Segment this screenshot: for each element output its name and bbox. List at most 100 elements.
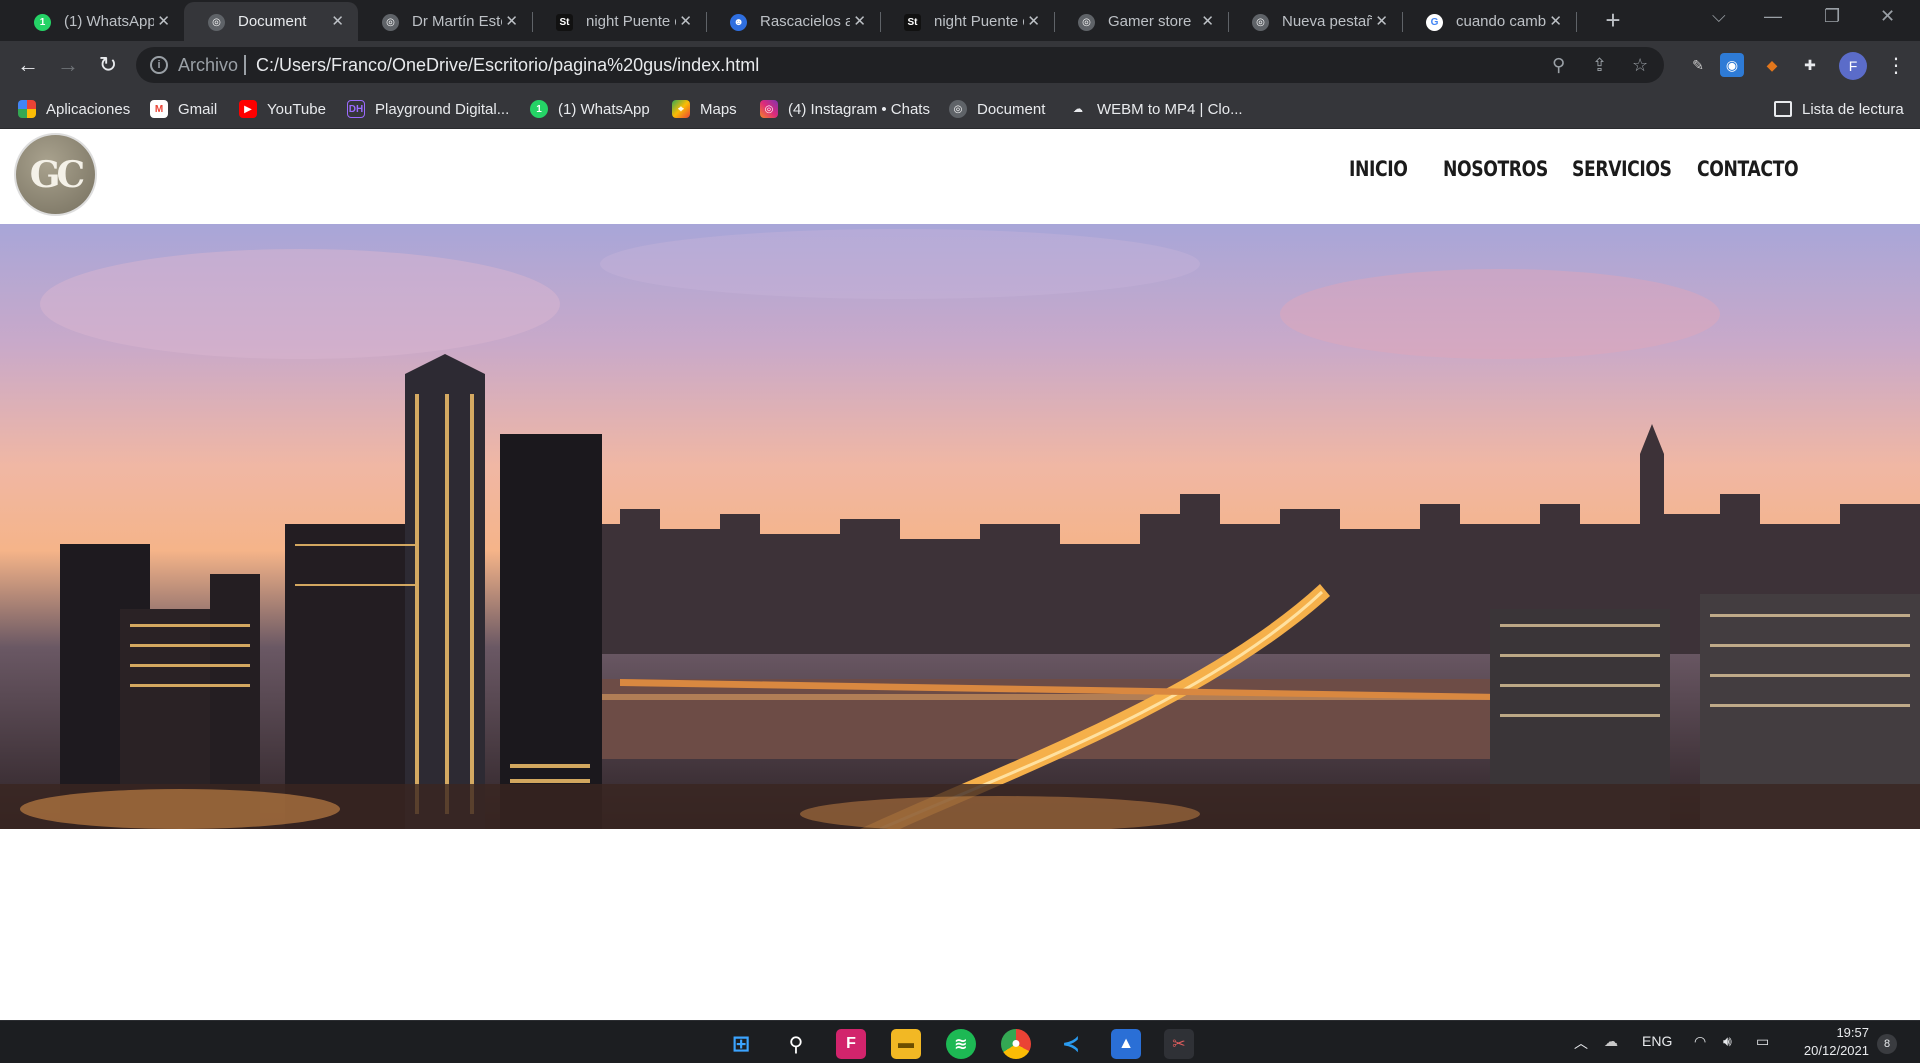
close-icon[interactable]: ✕ bbox=[1549, 12, 1562, 30]
spotify-icon[interactable]: ≋ bbox=[946, 1029, 976, 1059]
tab-title: Nueva pestaña bbox=[1282, 13, 1372, 30]
tab-night-puente-2[interactable]: St night Puente de ✕ bbox=[880, 2, 1055, 41]
bookmark-document[interactable]: ◎ Document bbox=[949, 89, 1045, 129]
screen-capture-extension-icon[interactable]: ◉ bbox=[1720, 53, 1744, 77]
extensions-puzzle-icon[interactable]: ✚ bbox=[1798, 53, 1822, 77]
tab-title: Document bbox=[238, 13, 307, 30]
tab-google-search[interactable]: G cuando cambia ✕ bbox=[1402, 2, 1577, 41]
notification-badge[interactable]: 8 bbox=[1877, 1034, 1897, 1054]
share-icon[interactable]: ⇪ bbox=[1592, 55, 1607, 76]
bookmark-gmail[interactable]: M Gmail bbox=[150, 89, 217, 129]
gmail-icon: M bbox=[150, 100, 168, 118]
volume-icon[interactable]: 🔊︎ bbox=[1723, 1033, 1732, 1050]
address-bar[interactable]: i Archivo C:/Users/Franco/OneDrive/Escri… bbox=[136, 47, 1664, 83]
tab-whatsapp[interactable]: 1 (1) WhatsApp ✕ bbox=[10, 2, 185, 41]
youtube-icon: ▶ bbox=[239, 100, 257, 118]
globe-icon: ◎ bbox=[1252, 14, 1269, 31]
zoom-icon[interactable]: ⚲ bbox=[1552, 55, 1565, 76]
dh-icon: DH bbox=[347, 100, 365, 118]
whatsapp-icon: 1 bbox=[34, 14, 51, 31]
chrome-icon[interactable]: ● bbox=[1001, 1029, 1031, 1059]
reading-list-icon bbox=[1774, 101, 1792, 117]
close-icon[interactable]: ✕ bbox=[853, 12, 866, 30]
menu-kebab-icon[interactable]: ⋮ bbox=[1886, 53, 1906, 78]
metamask-icon[interactable]: ◆ bbox=[1760, 53, 1784, 77]
logo-mark: GC bbox=[29, 153, 85, 196]
hero-cityscape-image bbox=[0, 224, 1920, 829]
site-header: GC INICIO NOSOTROS SERVICIOS CONTACTO bbox=[0, 129, 1920, 224]
back-button[interactable]: ← bbox=[14, 51, 42, 79]
close-icon[interactable]: ✕ bbox=[331, 12, 344, 30]
nav-servicios[interactable]: SERVICIOS bbox=[1572, 157, 1672, 181]
page-viewport: GC INICIO NOSOTROS SERVICIOS CONTACTO bbox=[0, 129, 1920, 1020]
tab-strip: 1 (1) WhatsApp ✕ ◎ Document ✕ ◎ Dr Martí… bbox=[0, 0, 1920, 41]
bookmark-star-icon[interactable]: ☆ bbox=[1632, 55, 1648, 76]
close-icon[interactable]: ✕ bbox=[505, 12, 518, 30]
bookmarks-bar: Aplicaciones M Gmail ▶ YouTube DH Playgr… bbox=[0, 89, 1920, 129]
close-icon[interactable]: ✕ bbox=[1375, 12, 1388, 30]
close-icon[interactable]: ✕ bbox=[1027, 12, 1040, 30]
forward-button[interactable]: → bbox=[54, 51, 82, 79]
robot-icon: ☻ bbox=[730, 14, 747, 31]
scheme-label: Archivo bbox=[178, 55, 239, 75]
apps-grid-icon bbox=[18, 100, 36, 118]
bookmark-maps[interactable]: ⌖ Maps bbox=[672, 89, 737, 129]
globe-icon: ◎ bbox=[382, 14, 399, 31]
bookmark-aplicaciones[interactable]: Aplicaciones bbox=[18, 89, 130, 129]
bookmark-playground-digital[interactable]: DH Playground Digital... bbox=[347, 89, 509, 129]
new-tab-button[interactable]: + bbox=[1598, 6, 1628, 36]
bookmark-instagram[interactable]: ◎ (4) Instagram • Chats bbox=[760, 89, 930, 129]
search-icon[interactable]: ⚲ bbox=[781, 1029, 811, 1059]
pen-extension-icon[interactable]: ✎ bbox=[1686, 53, 1710, 77]
tab-rascacielos[interactable]: ☻ Rascacielos al ✕ bbox=[706, 2, 881, 41]
tab-dr-martin[interactable]: ◎ Dr Martín Esteban ✕ bbox=[358, 2, 533, 41]
system-clock[interactable]: 19:57 20/12/2021 bbox=[1793, 1024, 1869, 1060]
close-window-button[interactable]: ✕ bbox=[1880, 6, 1895, 27]
bookmark-webm-to-mp4[interactable]: ☁ WEBM to MP4 | Clo... bbox=[1069, 89, 1243, 129]
globe-icon: ◎ bbox=[208, 14, 225, 31]
vscode-icon[interactable]: ≺ bbox=[1056, 1029, 1086, 1059]
bookmark-youtube[interactable]: ▶ YouTube bbox=[239, 89, 326, 129]
close-icon[interactable]: ✕ bbox=[157, 12, 170, 30]
url-text[interactable]: C:/Users/Franco/OneDrive/Escritorio/pagi… bbox=[256, 55, 759, 76]
whatsapp-icon: 1 bbox=[530, 100, 548, 118]
photos-icon[interactable]: ▲ bbox=[1111, 1029, 1141, 1059]
nav-inicio[interactable]: INICIO bbox=[1349, 157, 1408, 181]
battery-icon[interactable]: ▭ bbox=[1756, 1033, 1769, 1050]
cloudconvert-icon: ☁ bbox=[1069, 100, 1087, 118]
onedrive-icon[interactable]: ☁ bbox=[1604, 1033, 1618, 1050]
windows-start-icon[interactable]: ⊞ bbox=[726, 1029, 756, 1059]
profile-avatar[interactable]: F bbox=[1839, 52, 1867, 80]
snipping-tool-icon[interactable]: ✂ bbox=[1164, 1029, 1194, 1059]
site-logo[interactable]: GC bbox=[14, 133, 97, 216]
tab-document[interactable]: ◎ Document ✕ bbox=[184, 2, 358, 41]
tray-overflow-chevron-icon[interactable]: ︿ bbox=[1574, 1033, 1588, 1053]
language-indicator[interactable]: ENG bbox=[1642, 1033, 1672, 1049]
info-icon[interactable]: i bbox=[150, 56, 168, 74]
tab-title: (1) WhatsApp bbox=[64, 13, 154, 30]
google-icon: G bbox=[1426, 14, 1443, 31]
windows-taskbar: ⊞ ⚲ F ▬ ≋ ● ≺ ▲ ✂ ︿ ☁ ENG ◠ 🔊︎ ▭ 19:57 2… bbox=[0, 1020, 1920, 1063]
forza-horizon-icon[interactable]: F bbox=[836, 1029, 866, 1059]
wifi-icon[interactable]: ◠ bbox=[1694, 1033, 1706, 1050]
nav-nosotros[interactable]: NOSOTROS bbox=[1443, 157, 1548, 181]
nav-contacto[interactable]: CONTACTO bbox=[1697, 157, 1799, 181]
file-explorer-icon[interactable]: ▬ bbox=[891, 1029, 921, 1059]
close-icon[interactable]: ✕ bbox=[1201, 12, 1214, 30]
tab-title: Gamer store bbox=[1108, 13, 1192, 30]
instagram-icon: ◎ bbox=[760, 100, 778, 118]
minimize-button[interactable]: — bbox=[1764, 6, 1782, 27]
tab-title: night Puente de bbox=[586, 13, 676, 30]
tab-night-puente-1[interactable]: St night Puente de ✕ bbox=[532, 2, 707, 41]
reading-list-button[interactable]: Lista de lectura bbox=[1774, 89, 1904, 129]
tab-gamer-store[interactable]: ◎ Gamer store ✕ bbox=[1054, 2, 1229, 41]
shutterstock-icon: St bbox=[904, 14, 921, 31]
tab-search-chevron-icon[interactable]: ⌵ bbox=[1712, 6, 1726, 27]
tab-nueva-pestana[interactable]: ◎ Nueva pestaña ✕ bbox=[1228, 2, 1403, 41]
restore-button[interactable]: ❐ bbox=[1824, 6, 1840, 27]
reload-button[interactable]: ↻ bbox=[94, 51, 122, 79]
cityscape-illustration bbox=[0, 229, 1920, 829]
bookmark-whatsapp[interactable]: 1 (1) WhatsApp bbox=[530, 89, 650, 129]
tab-title: Dr Martín Esteban bbox=[412, 13, 502, 30]
close-icon[interactable]: ✕ bbox=[679, 12, 692, 30]
